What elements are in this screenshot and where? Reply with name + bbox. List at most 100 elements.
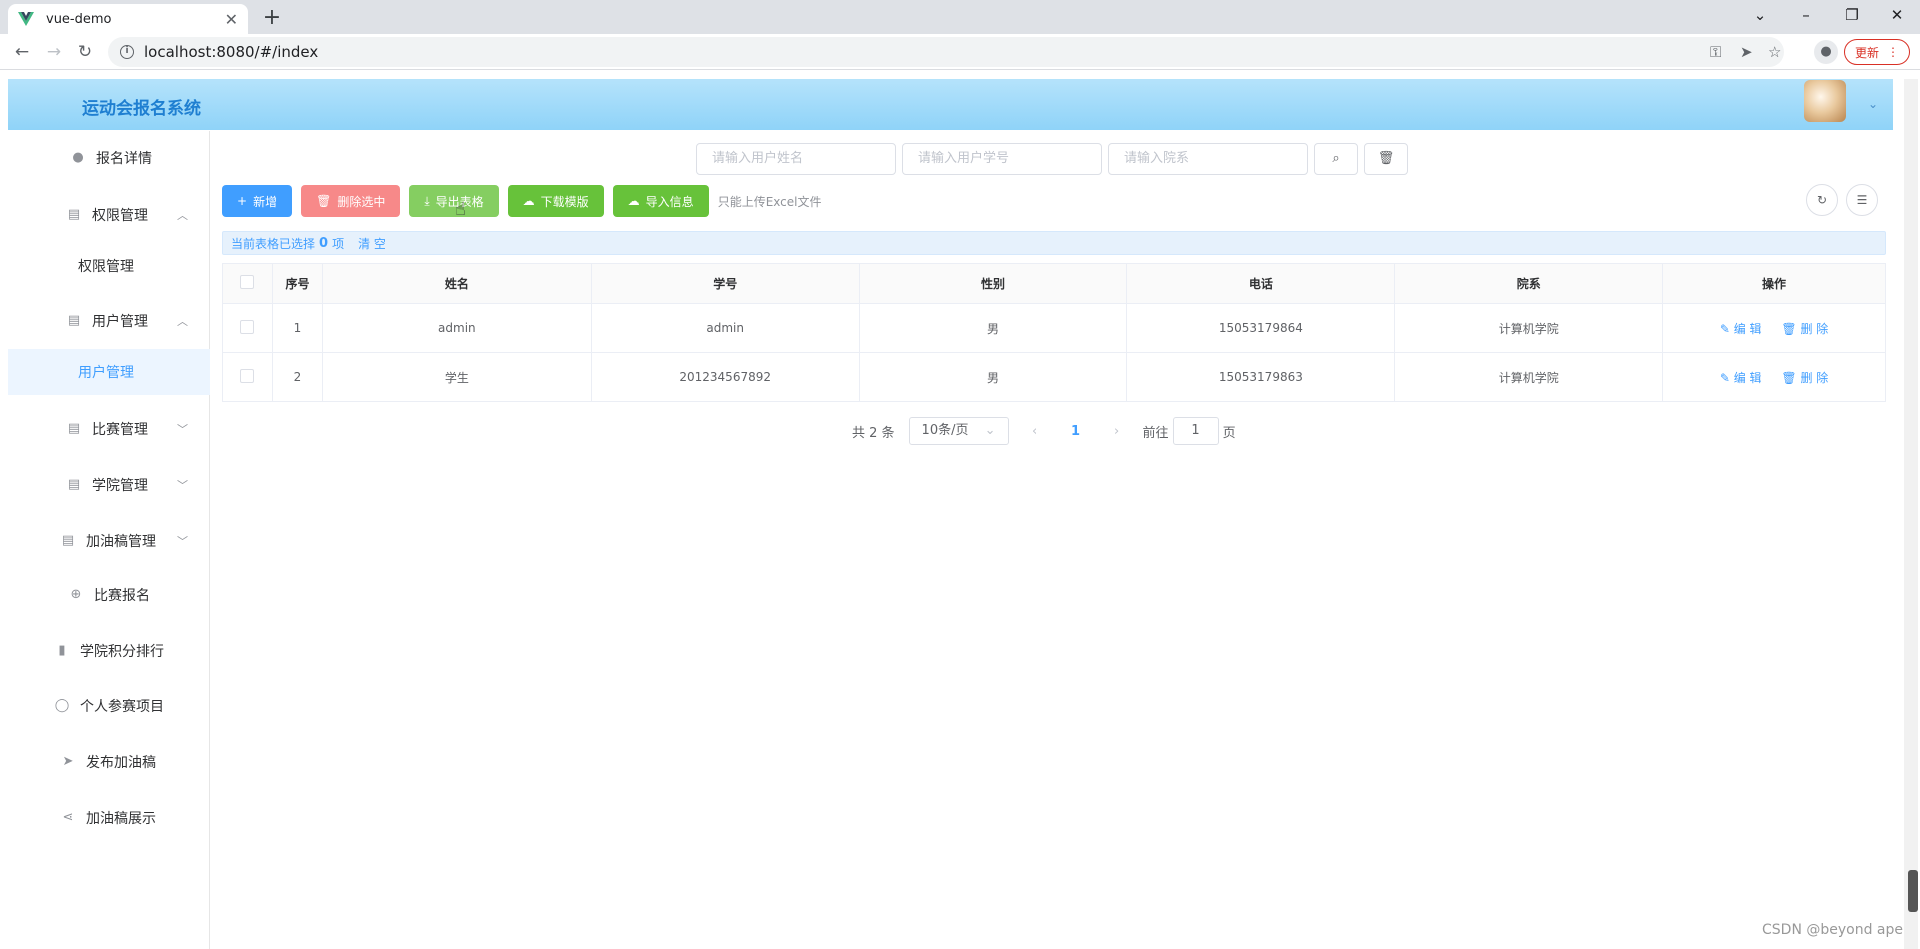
hand-cursor-icon: ☝ [455, 199, 466, 220]
clear-search-button[interactable]: 🗑 [1364, 143, 1408, 175]
cloud-upload-icon: ☁ [627, 194, 640, 208]
sidebar-item-college-ranking[interactable]: ▮ 学院积分排行 [8, 631, 210, 671]
pagination-total: 共 2 条 [852, 425, 895, 441]
next-page-button[interactable]: › [1105, 424, 1129, 439]
table-row: 1 admin admin 男 15053179864 计算机学院 ✎ 编 辑 … [222, 303, 1886, 353]
select-all-cell[interactable] [222, 263, 273, 304]
delete-selected-button[interactable]: 🗑 删除选中 [301, 185, 401, 217]
sidebar-item-label: 报名详情 [96, 151, 152, 167]
address-bar[interactable]: i localhost:8080/#/index ⚿ ➤ ☆ [108, 37, 1784, 67]
sidebar-subitem-label: 用户管理 [78, 365, 134, 381]
import-button[interactable]: ☁ 导入信息 [612, 185, 709, 217]
cloud-icon: ☁ [522, 194, 535, 208]
department-search-input[interactable]: 请输入院系 [1108, 143, 1308, 175]
sidebar-item-label: 比赛报名 [94, 588, 150, 604]
reload-button[interactable]: ↻ [73, 40, 97, 64]
sidebar-item-competitions[interactable]: ▤ 比赛管理 ﹀ [8, 409, 210, 449]
cell-student-id: admin [590, 303, 860, 353]
sidebar-item-users[interactable]: ▤ 用户管理 ︿ [8, 301, 210, 341]
student-id-search-input[interactable]: 请输入用户学号 [902, 143, 1102, 175]
send-icon[interactable]: ➤ [1740, 43, 1753, 61]
add-button[interactable]: + 新增 [222, 185, 293, 217]
sidebar-item-cheer-manage[interactable]: ▤ 加油稿管理 ﹀ [8, 521, 210, 561]
sidebar-item-label: 用户管理 [92, 314, 148, 330]
profile-icon[interactable]: ● [1814, 40, 1838, 64]
sidebar-item-signup-details[interactable]: ● 报名详情 [8, 138, 210, 178]
select-all-checkbox[interactable] [240, 275, 255, 289]
cell-gender: 男 [858, 352, 1128, 402]
key-icon[interactable]: ⚿ [1710, 43, 1721, 61]
download-template-button[interactable]: ☁ 下载模版 [507, 185, 604, 217]
back-button[interactable]: ← [10, 40, 34, 64]
info-icon[interactable]: i [120, 45, 134, 59]
clipboard-icon: ▤ [67, 313, 81, 328]
avatar[interactable] [1804, 80, 1846, 122]
search-button[interactable]: ⌕ [1314, 143, 1358, 175]
delete-button[interactable]: 🗑 删 除 [1781, 322, 1828, 336]
row-select-cell[interactable] [222, 352, 273, 402]
selection-count: 0 [319, 235, 329, 251]
close-window-button[interactable]: ✕ [1874, 0, 1920, 30]
sidebar-item-colleges[interactable]: ▤ 学院管理 ﹀ [8, 465, 210, 505]
table-row: 2 学生 201234567892 男 15053179863 计算机学院 ✎ … [222, 352, 1886, 402]
refresh-icon: ↻ [1816, 193, 1828, 207]
tab-search-icon[interactable]: ⌄ [1737, 0, 1783, 30]
cell-phone: 15053179864 [1126, 303, 1396, 353]
pagination: 共 2 条 10条/页 ⌄ ‹ 1 › 前往 1 页 [852, 417, 1236, 445]
column-header: 操作 [1662, 263, 1886, 304]
page-number-current[interactable]: 1 [1061, 424, 1091, 439]
column-settings-button[interactable]: ☰ [1846, 184, 1878, 216]
vue-logo-icon [18, 12, 34, 26]
trash-icon: 🗑 [1781, 370, 1797, 385]
add-label: 新增 [253, 194, 278, 209]
star-icon[interactable]: ☆ [1768, 43, 1781, 61]
sidebar-item-competition-signup[interactable]: ⊕ 比赛报名 [8, 575, 210, 615]
edit-button[interactable]: ✎ 编 辑 [1720, 322, 1762, 336]
page-scrollbar[interactable] [1904, 79, 1918, 949]
chevron-down-icon[interactable]: ⌄ [1868, 97, 1878, 111]
chevron-down-icon: ﹀ [177, 423, 188, 436]
refresh-button[interactable]: ↻ [1806, 184, 1838, 216]
clear-selection-link[interactable]: 清 空 [358, 235, 386, 252]
row-select-cell[interactable] [222, 303, 273, 353]
restore-button[interactable]: ❐ [1829, 0, 1875, 30]
column-header: 院系 [1394, 263, 1664, 304]
update-button[interactable]: 更新 ⋮ [1844, 39, 1910, 65]
export-button[interactable]: ⤓ 导出表格 [409, 185, 499, 217]
column-header: 姓名 [321, 263, 592, 304]
new-tab-button[interactable]: + [258, 4, 286, 32]
delete-button[interactable]: 🗑 删 除 [1781, 371, 1828, 385]
cell-index: 1 [271, 303, 323, 353]
row-checkbox[interactable] [240, 368, 255, 383]
goto-page-input[interactable]: 1 [1172, 417, 1219, 445]
delete-label: 删 除 [1800, 370, 1829, 385]
sidebar-item-permission[interactable]: ▤ 权限管理 ︿ [8, 195, 210, 235]
sidebar-subitem-users[interactable]: 用户管理 [8, 349, 210, 395]
cell-department: 计算机学院 [1394, 352, 1664, 402]
page-size-select[interactable]: 10条/页 ⌄ [908, 417, 1009, 445]
cell-student-id: 201234567892 [590, 352, 860, 402]
prev-page-button[interactable]: ‹ [1023, 424, 1047, 439]
minimize-button[interactable]: – [1783, 0, 1829, 30]
more-icon: ⋮ [1887, 45, 1899, 59]
tab-close-icon[interactable]: ✕ [225, 10, 238, 29]
chevron-up-icon: ︿ [177, 209, 188, 222]
name-search-input[interactable]: 请输入用户姓名 [696, 143, 896, 175]
url-text: localhost:8080/#/index [144, 43, 319, 61]
edit-button[interactable]: ✎ 编 辑 [1720, 371, 1762, 385]
forward-button[interactable]: → [42, 40, 66, 64]
upload-tip: 只能上传Excel文件 [717, 194, 822, 209]
browser-tab[interactable]: vue-demo ✕ [8, 4, 248, 34]
sidebar-subitem-permission[interactable]: 权限管理 [8, 243, 210, 289]
app-header: 运动会报名系统 ⌄ [8, 79, 1893, 130]
row-checkbox[interactable] [240, 319, 255, 334]
chevron-down-icon: ⌄ [984, 423, 996, 438]
goto-suffix: 页 [1222, 425, 1236, 441]
sidebar-item-label: 比赛管理 [92, 422, 148, 438]
sidebar-item-publish-cheer[interactable]: ➤ 发布加油稿 [8, 742, 210, 782]
cell-actions: ✎ 编 辑 🗑 删 除 [1662, 303, 1886, 353]
sidebar-item-cheer-display[interactable]: ⋖ 加油稿展示 [8, 798, 210, 838]
sidebar-item-personal-events[interactable]: ◯ 个人参赛项目 [8, 686, 210, 726]
scrollbar-thumb[interactable] [1908, 870, 1918, 912]
selection-suffix: 项 [332, 236, 345, 251]
